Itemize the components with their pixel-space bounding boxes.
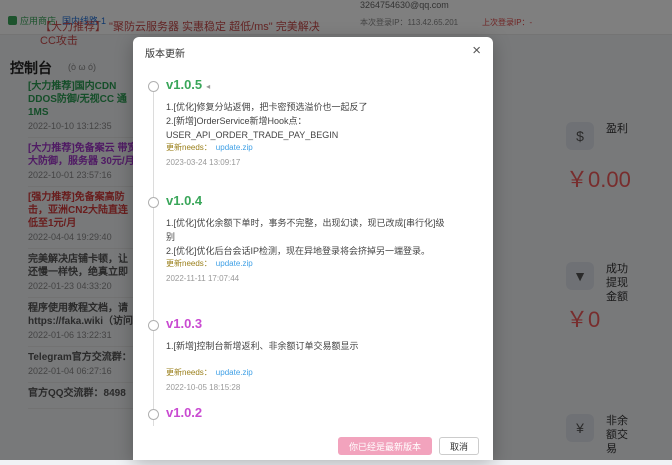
latest-version-button[interactable]: 你已经是最新版本 xyxy=(338,437,432,455)
close-icon[interactable]: × xyxy=(472,42,481,59)
version-label: v1.0.4 xyxy=(166,193,203,208)
version-notes: 1.[优化]优化余额下单时，事务不完整，出现幻读，现已改成[串行化]级别 2.[优… xyxy=(166,216,451,258)
dialog-footer: 你已经是最新版本 取消 xyxy=(133,435,493,460)
update-file-link[interactable]: update.zip xyxy=(216,368,253,377)
version-date: 2023-03-24 13:09:17 xyxy=(166,158,241,167)
timeline-line xyxy=(153,81,154,426)
version-notes: 1.[新增]控制台新增返利、非余额订单交易额显示 xyxy=(166,339,451,353)
version-name: v1.0.4 xyxy=(166,193,202,208)
version-note-line: 2.[新增]OrderService新增Hook点：USER_API_ORDER… xyxy=(166,116,339,140)
update-file-link[interactable]: update.zip xyxy=(216,143,253,152)
update-file-label: 更新needs： xyxy=(166,143,212,152)
cancel-button[interactable]: 取消 xyxy=(439,437,479,455)
version-note-line: 1.[优化]修复分站返佣，把卡密预选溢价也一起反了 xyxy=(166,102,368,112)
current-version-marker-icon: ◂ xyxy=(206,82,211,91)
update-file-row: 更新needs： update.zip xyxy=(166,367,253,378)
version-date: 2022-11-11 17:07:44 xyxy=(166,274,240,283)
version-name: v1.0.5 ◂ xyxy=(166,77,210,92)
timeline-dot xyxy=(148,81,159,92)
dialog-title: 版本更新 xyxy=(145,49,185,60)
timeline-dot xyxy=(148,197,159,208)
version-name: v1.0.2 xyxy=(166,405,202,420)
timeline-dot xyxy=(148,320,159,331)
update-file-label: 更新needs： xyxy=(166,259,212,268)
version-label: v1.0.2 xyxy=(166,405,203,420)
version-note-line: 1.[优化]优化余额下单时，事务不完整，出现幻读，现已改成[串行化]级别 xyxy=(166,218,445,242)
version-label: v1.0.5 xyxy=(166,77,203,92)
update-file-row: 更新needs： update.zip xyxy=(166,258,253,269)
dialog-header: 版本更新 × xyxy=(133,37,493,65)
update-file-label: 更新needs： xyxy=(166,368,212,377)
version-note-line: 1.[新增]控制台新增返利、非余额订单交易额显示 xyxy=(166,341,359,351)
version-date: 2022-10-05 18:15:28 xyxy=(166,383,241,392)
version-note-line: 2.[优化]优化后台会话IP检测，现在异地登录将会挤掉另一端登录。 xyxy=(166,246,431,256)
version-timeline[interactable]: v1.0.5 ◂ 1.[优化]修复分站返佣，把卡密预选溢价也一起反了 2.[新增]Or… xyxy=(133,67,493,465)
version-label: v1.0.3 xyxy=(166,316,203,331)
timeline-dot xyxy=(148,409,159,420)
update-file-row: 更新needs： update.zip xyxy=(166,142,253,153)
version-name: v1.0.3 xyxy=(166,316,202,331)
version-update-dialog: 版本更新 × v1.0.5 ◂ 1.[优化]修复分站返佣，把卡密预选溢价也一起反了 2… xyxy=(133,37,493,460)
update-file-link[interactable]: update.zip xyxy=(216,259,253,268)
version-notes: 1.[优化]修复分站返佣，把卡密预选溢价也一起反了 2.[新增]OrderServ… xyxy=(166,100,451,142)
